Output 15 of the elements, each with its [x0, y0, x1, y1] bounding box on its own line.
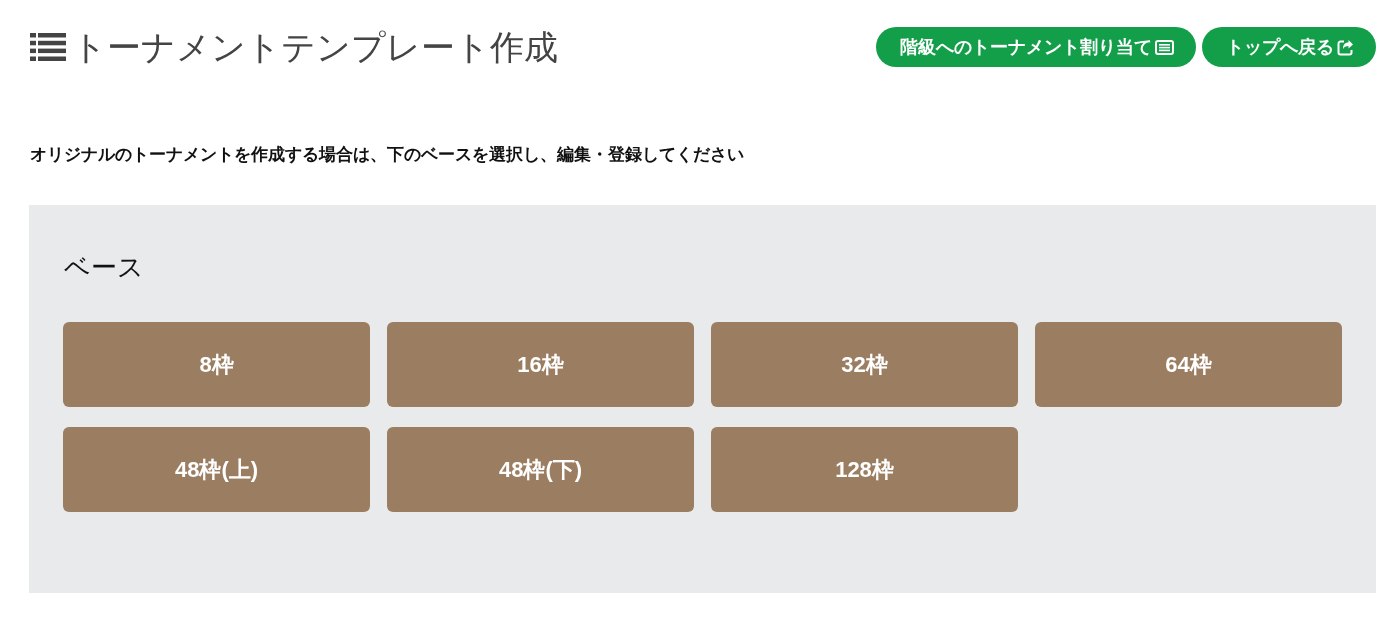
base-option-button[interactable]: 48枠(下): [387, 427, 694, 512]
back-to-top-button[interactable]: トップへ戻る: [1202, 27, 1376, 67]
list-icon: [30, 33, 66, 61]
table-icon: [1155, 39, 1174, 55]
panel-heading: ベース: [64, 251, 145, 284]
base-option-button[interactable]: 48枠(上): [63, 427, 370, 512]
assign-tournament-button[interactable]: 階級へのトーナメント割り当て: [876, 27, 1196, 67]
base-option-button[interactable]: 8枠: [63, 322, 370, 407]
base-option-button[interactable]: 128枠: [711, 427, 1018, 512]
instruction-text: オリジナルのトーナメントを作成する場合は、下のベースを選択し、編集・登録してください: [30, 144, 745, 166]
base-option-button[interactable]: 64枠: [1035, 322, 1342, 407]
base-option-button[interactable]: 32枠: [711, 322, 1018, 407]
page-title: トーナメントテンプレート作成: [72, 27, 558, 67]
external-link-icon: [1337, 38, 1354, 56]
base-option-button[interactable]: 16枠: [387, 322, 694, 407]
